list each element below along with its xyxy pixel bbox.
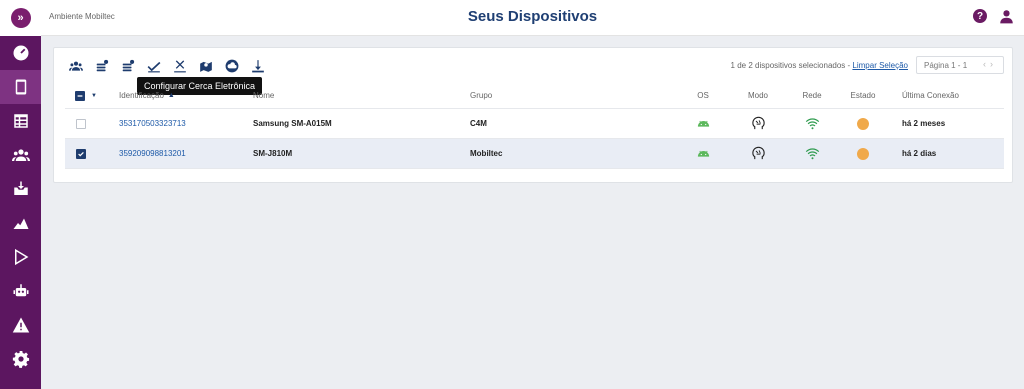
download-button[interactable]: [250, 58, 266, 74]
last-connection: há 2 meses: [902, 119, 946, 128]
android-icon: [683, 139, 723, 168]
cloud-icon: [225, 59, 239, 73]
kiosk-mode-icon: [738, 109, 778, 138]
reject-button[interactable]: [172, 58, 188, 74]
device-name: SM-J810M: [253, 149, 293, 158]
table-icon: [13, 114, 28, 128]
cloud-button[interactable]: [224, 58, 240, 74]
close-icon: [174, 60, 186, 73]
sidebar-item-dashboard[interactable]: [0, 36, 41, 70]
stack-settings-button[interactable]: [120, 58, 136, 74]
devices-card: Configurar Cerca Eletrônica 1 de 2 dispo…: [53, 47, 1013, 183]
app-grid-icon: [13, 218, 28, 229]
state-dot: [857, 147, 869, 160]
stack-settings-icon: [122, 59, 135, 72]
last-connection: há 2 dias: [902, 149, 937, 158]
top-bar: Ambiente Mobiltec Seus Dispositivos ?: [41, 0, 1024, 36]
col-os[interactable]: OS: [683, 83, 723, 108]
map-pin-icon: [200, 61, 212, 72]
sidebar-item-play[interactable]: [0, 240, 41, 274]
gear-icon: [12, 351, 29, 368]
top-actions: ?: [973, 9, 1014, 29]
sidebar-item-robot[interactable]: [0, 274, 41, 308]
devices-table: ▼ Identificação ▲ Nome Grupo OS Modo Red…: [65, 83, 1004, 169]
app-logo[interactable]: »: [10, 8, 31, 28]
sidebar-item-devices[interactable]: [0, 70, 41, 104]
state-indicator: [843, 139, 883, 168]
warning-icon: [12, 317, 29, 333]
gauge-icon: [13, 45, 28, 61]
select-all[interactable]: ▼: [75, 83, 97, 108]
stack-add-button[interactable]: [94, 58, 110, 74]
col-modo[interactable]: Modo: [738, 83, 778, 108]
sidebar-item-settings[interactable]: [0, 342, 41, 376]
col-estado[interactable]: Estado: [843, 83, 883, 108]
col-identificacao-label: Identificação: [119, 91, 164, 100]
state-dot: [857, 117, 869, 130]
row-checkbox-cell[interactable]: [76, 139, 86, 168]
state-indicator: [843, 109, 883, 138]
inbox-download-icon: [13, 181, 28, 195]
row-checkbox[interactable]: [76, 118, 86, 129]
selection-info: 1 de 2 dispositivos selecionados - Limpa…: [731, 61, 908, 70]
row-checkbox[interactable]: [76, 148, 86, 159]
pagination[interactable]: Página 1 - 1 ‹›: [916, 56, 1004, 74]
check-icon: [78, 151, 84, 156]
device-id-link[interactable]: 353170503323713: [119, 109, 186, 138]
sidebar-item-alerts[interactable]: [0, 308, 41, 342]
play-icon: [14, 248, 28, 266]
geofence-button[interactable]: [198, 58, 214, 74]
sidebar-item-groups[interactable]: [0, 138, 41, 172]
table-row[interactable]: 359209098813201 SM-J810M Mobiltec há 2 d…: [65, 139, 1004, 169]
wifi-icon: [792, 139, 832, 168]
col-nome[interactable]: Nome: [253, 83, 274, 108]
clear-selection-link[interactable]: Limpar Seleção: [852, 61, 908, 70]
col-rede[interactable]: Rede: [792, 83, 832, 108]
android-icon: [683, 109, 723, 138]
approve-button[interactable]: [146, 58, 162, 74]
device-group: C4M: [470, 119, 487, 128]
device-group: Mobiltec: [470, 149, 503, 158]
sidebar-item-reports[interactable]: [0, 104, 41, 138]
check-icon: [147, 61, 161, 73]
sidebar-item-inbox[interactable]: [0, 172, 41, 206]
wifi-icon: [792, 109, 832, 138]
robot-icon: [13, 284, 28, 297]
page-title: Seus Dispositivos: [467, 8, 598, 25]
sidebar: »: [0, 0, 41, 389]
device-id-link[interactable]: 359209098813201: [119, 139, 186, 168]
groups-button[interactable]: [68, 58, 84, 74]
kiosk-mode-icon: [738, 139, 778, 168]
sort-asc-icon: ▲: [167, 92, 175, 99]
table-row[interactable]: 353170503323713 Samsung SM-A015M C4M há …: [65, 109, 1004, 139]
phone-icon: [15, 79, 26, 95]
logo-area: »: [0, 0, 41, 36]
users-icon: [11, 149, 30, 161]
device-name: Samsung SM-A015M: [253, 119, 332, 128]
selection-count-text: 1 de 2 dispositivos selecionados -: [730, 61, 853, 70]
select-menu-caret-icon[interactable]: ▼: [91, 93, 97, 99]
user-button[interactable]: [999, 9, 1014, 29]
col-ultima-conexao[interactable]: Última Conexão: [902, 83, 959, 108]
row-checkbox-cell[interactable]: [76, 109, 86, 138]
minus-icon: [77, 94, 83, 97]
col-grupo[interactable]: Grupo: [470, 83, 492, 108]
page-label: Página 1 - 1: [924, 60, 968, 70]
user-icon: [1000, 10, 1013, 24]
select-all-checkbox[interactable]: [75, 90, 85, 101]
download-icon: [252, 60, 264, 73]
groups-icon: [69, 61, 83, 71]
help-button[interactable]: ?: [973, 9, 987, 23]
sidebar-item-apps[interactable]: [0, 206, 41, 240]
page-arrows[interactable]: ‹›: [983, 59, 997, 69]
table-header: ▼ Identificação ▲ Nome Grupo OS Modo Red…: [65, 83, 1004, 109]
col-identificacao[interactable]: Identificação ▲: [119, 83, 175, 108]
stack-add-icon: [96, 59, 109, 72]
toolbar: [68, 58, 266, 74]
